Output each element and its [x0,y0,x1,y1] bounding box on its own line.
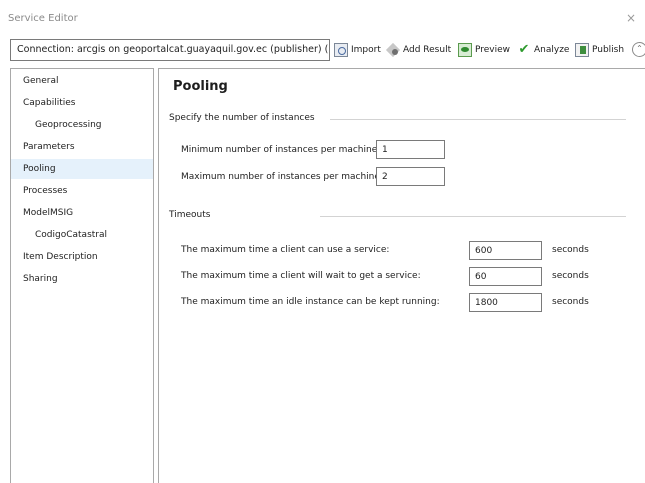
analyze-button[interactable]: ✔ Analyze [517,42,570,58]
instances-divider [330,119,626,120]
title-bar: Service Editor × [0,0,645,36]
page-title: Pooling [173,79,228,94]
idle-instance-time-input[interactable] [469,293,542,312]
sidebar-item-codigocatastral[interactable]: CodigoCatastral [11,225,153,245]
max-instances-input[interactable] [376,167,445,186]
sidebar: General Capabilities Geoprocessing Param… [10,68,154,483]
sidebar-item-geoprocessing[interactable]: Geoprocessing [11,115,153,135]
check-icon: ✔ [518,42,530,57]
publish-icon [575,43,589,57]
sidebar-item-processes[interactable]: Processes [11,181,153,201]
preview-label: Preview [475,45,511,55]
add-result-label: Add Result [403,45,452,55]
toolbar: Connection: arcgis on geoportalcat.guaya… [10,38,645,64]
connection-selector[interactable]: Connection: arcgis on geoportalcat.guaya… [10,39,330,61]
idle-instance-time-unit: seconds [552,297,589,307]
publish-button[interactable]: Publish [575,42,624,58]
client-wait-time-unit: seconds [552,271,589,281]
timeouts-section-heading: Timeouts [169,210,211,220]
sidebar-item-pooling[interactable]: Pooling [11,159,153,179]
idle-instance-time-label: The maximum time an idle instance can be… [181,297,440,307]
client-use-time-input[interactable] [469,241,542,260]
client-wait-time-input[interactable] [469,267,542,286]
preview-button[interactable]: Preview [458,42,510,58]
client-wait-time-label: The maximum time a client will wait to g… [181,271,421,281]
publish-label: Publish [592,45,625,55]
sidebar-item-general[interactable]: General [11,71,153,91]
preview-icon [458,43,472,57]
sidebar-item-capabilities[interactable]: Capabilities [11,93,153,113]
client-use-time-unit: seconds [552,245,589,255]
min-instances-input[interactable] [376,140,445,159]
timeouts-divider [320,216,626,217]
min-instances-label: Minimum number of instances per machine: [181,145,381,155]
close-icon[interactable]: × [626,11,636,25]
sidebar-item-item-description[interactable]: Item Description [11,247,153,267]
window-title: Service Editor [8,13,78,24]
add-result-button[interactable]: Add Result [386,42,451,58]
sidebar-item-sharing[interactable]: Sharing [11,269,153,289]
sidebar-item-parameters[interactable]: Parameters [11,137,153,157]
import-button[interactable]: Import [334,42,381,58]
max-instances-label: Maximum number of instances per machine: [181,172,383,182]
import-icon [334,43,348,57]
add-result-icon [386,43,400,57]
instances-section-heading: Specify the number of instances [169,113,315,123]
client-use-time-label: The maximum time a client can use a serv… [181,245,390,255]
collapse-icon[interactable]: ⌃ [632,42,645,57]
sidebar-item-modelmsig[interactable]: ModelMSIG [11,203,153,223]
analyze-label: Analyze [534,45,570,55]
pooling-panel: Pooling Specify the number of instances … [158,68,645,483]
import-label: Import [351,45,381,55]
